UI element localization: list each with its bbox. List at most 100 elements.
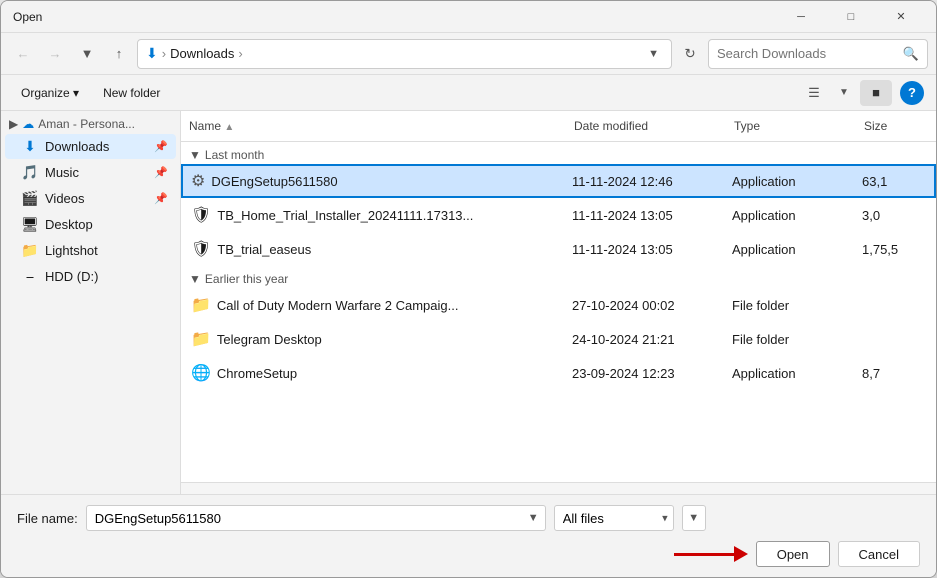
view-panel-button[interactable]: ■: [860, 80, 892, 106]
filename-dropdown-button[interactable]: ▼: [522, 505, 546, 531]
maximize-button[interactable]: □: [828, 3, 874, 31]
sidebar-label-hdd: HDD (D:): [45, 269, 168, 284]
file-cell-name: 🛡 TB_trial_easeus: [183, 234, 564, 264]
main-area: ▶ ☁ Aman - Persona... ⬇ Downloads 📌 🎵 Mu…: [1, 111, 936, 494]
section-label-last-month: Last month: [205, 148, 264, 162]
file-cell-size: 3,0: [854, 200, 934, 230]
search-box: 🔍: [708, 39, 928, 69]
file-cell-type: Application: [724, 166, 854, 196]
desktop-icon: 🖥: [21, 216, 39, 233]
pin-icon-downloads: 📌: [154, 140, 168, 153]
file-area: Name ▲ Date modified Type Size ▼ Last mo…: [181, 111, 936, 494]
sidebar-item-music[interactable]: 🎵 Music 📌: [5, 160, 176, 185]
open-dialog: Open ─ □ ✕ ← → ▼ ↑ ⬇ › Downloads › ▼ ↻ 🔍…: [0, 0, 937, 578]
sidebar-item-videos[interactable]: 🎬 Videos 📌: [5, 186, 176, 211]
nav-bar: ← → ▼ ↑ ⬇ › Downloads › ▼ ↻ 🔍: [1, 33, 936, 75]
file-cell-date: 27-10-2024 00:02: [564, 290, 724, 320]
sidebar-item-lightshot[interactable]: 📁 Lightshot: [5, 238, 176, 263]
col-header-type[interactable]: Type: [726, 115, 856, 137]
horizontal-scrollbar[interactable]: [181, 482, 936, 494]
close-button[interactable]: ✕: [878, 3, 924, 31]
file-cell-name: ⚙ DGEngSetup5611580: [183, 166, 564, 196]
file-cell-date: 24-10-2024 21:21: [564, 324, 724, 354]
sidebar-label-music: Music: [45, 165, 148, 180]
file-cell-date: 11-11-2024 13:05: [564, 200, 724, 230]
filetype-dropdown-button[interactable]: ▼: [682, 505, 706, 531]
music-icon: 🎵: [21, 164, 39, 181]
pin-icon-music: 📌: [154, 166, 168, 179]
file-cell-date: 11-11-2024 12:46: [564, 166, 724, 196]
file-cell-name: 📁 Call of Duty Modern Warfare 2 Campaig.…: [183, 290, 564, 320]
download-icon: ⬇: [146, 45, 158, 62]
back-button[interactable]: ←: [9, 40, 37, 68]
refresh-button[interactable]: ↻: [676, 40, 704, 68]
pin-icon-videos: 📌: [154, 192, 168, 205]
col-header-date[interactable]: Date modified: [566, 115, 726, 137]
sidebar: ▶ ☁ Aman - Persona... ⬇ Downloads 📌 🎵 Mu…: [1, 111, 181, 494]
table-row[interactable]: ⚙ DGEngSetup5611580 11-11-2024 12:46 App…: [181, 164, 936, 198]
file-list: ▼ Last month ⚙ DGEngSetup5611580 11-11-2…: [181, 142, 936, 482]
file-cell-type: Application: [724, 200, 854, 230]
table-row[interactable]: 🛡 TB_trial_easeus 11-11-2024 13:05 Appli…: [181, 232, 936, 266]
sidebar-label-videos: Videos: [45, 191, 148, 206]
view-dropdown-button[interactable]: ▼: [830, 80, 858, 106]
arrow-line: [674, 553, 734, 556]
file-name-chrome: ChromeSetup: [217, 366, 297, 381]
search-icon: 🔍: [903, 46, 919, 62]
section-label-earlier-year: Earlier this year: [205, 272, 288, 286]
table-row[interactable]: 🌐 ChromeSetup 23-09-2024 12:23 Applicati…: [181, 356, 936, 390]
file-name-telegram: Telegram Desktop: [217, 332, 322, 347]
path-separator: ›: [162, 46, 166, 61]
recent-button[interactable]: ▼: [73, 40, 101, 68]
filetype-select[interactable]: All files: [554, 505, 674, 531]
section-earlier-year[interactable]: ▼ Earlier this year: [181, 266, 936, 288]
minimize-button[interactable]: ─: [778, 3, 824, 31]
view-list-button[interactable]: ☰: [800, 80, 828, 106]
section-last-month[interactable]: ▼ Last month: [181, 142, 936, 164]
group-expand-icon: ▶: [9, 117, 18, 131]
path-separator2: ›: [238, 46, 242, 61]
action-row: Open Cancel: [17, 541, 920, 567]
file-icon-chrome: 🌐: [191, 363, 211, 383]
window-controls: ─ □ ✕: [778, 3, 924, 31]
file-cell-size: 8,7: [854, 358, 934, 388]
view-controls: ☰ ▼ ■: [800, 80, 892, 106]
up-button[interactable]: ↑: [105, 40, 133, 68]
new-folder-button[interactable]: New folder: [95, 80, 168, 106]
filename-label: File name:: [17, 511, 78, 526]
col-header-size[interactable]: Size: [856, 115, 936, 137]
sidebar-item-downloads[interactable]: ⬇ Downloads 📌: [5, 134, 176, 159]
search-input[interactable]: [717, 46, 899, 61]
address-dropdown-icon[interactable]: ▼: [644, 48, 663, 60]
dialog-title: Open: [13, 10, 42, 24]
sidebar-group-header[interactable]: ▶ ☁ Aman - Persona...: [1, 111, 180, 133]
cancel-button[interactable]: Cancel: [838, 541, 920, 567]
help-button[interactable]: ?: [900, 81, 924, 105]
table-row[interactable]: 🛡 TB_Home_Trial_Installer_20241111.17313…: [181, 198, 936, 232]
filename-input-group: ▼: [86, 505, 546, 531]
table-row[interactable]: 📁 Call of Duty Modern Warfare 2 Campaig.…: [181, 288, 936, 322]
file-icon-telegram: 📁: [191, 329, 211, 349]
file-name-dgeng: DGEngSetup5611580: [211, 174, 337, 189]
table-row[interactable]: 📁 Telegram Desktop 24-10-2024 21:21 File…: [181, 322, 936, 356]
file-cell-name: 🌐 ChromeSetup: [183, 358, 564, 388]
file-cell-type: File folder: [724, 324, 854, 354]
file-cell-date: 11-11-2024 13:05: [564, 234, 724, 264]
path-segment-downloads: Downloads: [170, 46, 234, 61]
sidebar-item-hdd[interactable]: ⎯ HDD (D:): [5, 264, 176, 289]
sidebar-label-downloads: Downloads: [45, 139, 148, 154]
file-cell-size: [854, 290, 934, 320]
file-name-tb2: TB_trial_easeus: [217, 242, 311, 257]
forward-button[interactable]: →: [41, 40, 69, 68]
file-icon-cod: 📁: [191, 295, 211, 315]
col-header-name[interactable]: Name ▲: [181, 115, 566, 137]
lightshot-icon: 📁: [21, 242, 39, 259]
filename-input[interactable]: [86, 505, 522, 531]
address-bar[interactable]: ⬇ › Downloads › ▼: [137, 39, 672, 69]
file-icon-tb1: 🛡: [191, 205, 211, 225]
organize-button[interactable]: Organize ▾: [13, 80, 87, 106]
sort-arrow-name: ▲: [224, 122, 234, 133]
sidebar-item-desktop[interactable]: 🖥 Desktop: [5, 212, 176, 237]
open-button[interactable]: Open: [756, 541, 830, 567]
file-cell-size: 63,1: [854, 166, 934, 196]
